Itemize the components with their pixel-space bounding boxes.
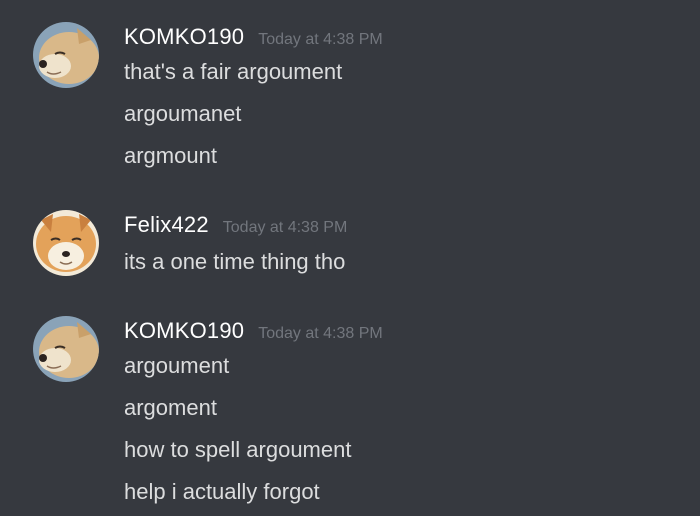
message-text: argoument bbox=[124, 353, 230, 378]
user-avatar[interactable] bbox=[33, 210, 99, 276]
message-text: how to spell argoument bbox=[124, 437, 352, 462]
message-text: argoment bbox=[124, 395, 217, 420]
username[interactable]: KOMKO190 bbox=[124, 318, 244, 344]
username[interactable]: Felix422 bbox=[124, 212, 209, 238]
message-text: argmount bbox=[124, 143, 217, 168]
user-avatar[interactable] bbox=[33, 316, 99, 382]
message-header: KOMKO190 Today at 4:38 PM bbox=[124, 318, 383, 352]
username[interactable]: KOMKO190 bbox=[124, 24, 244, 50]
message-header: KOMKO190 Today at 4:38 PM bbox=[124, 24, 383, 58]
shiba-avatar-icon bbox=[33, 22, 99, 88]
shiba-avatar-icon bbox=[33, 210, 99, 276]
message-text: that's a fair argoument bbox=[124, 59, 343, 84]
shiba-avatar-icon bbox=[33, 316, 99, 382]
message-text: argoumanet bbox=[124, 101, 242, 126]
message-text: its a one time thing tho bbox=[124, 249, 346, 274]
message-header: Felix422 Today at 4:38 PM bbox=[124, 212, 347, 246]
message-text: help i actually forgot bbox=[124, 479, 320, 504]
timestamp: Today at 4:38 PM bbox=[258, 325, 383, 342]
timestamp: Today at 4:38 PM bbox=[258, 31, 383, 48]
timestamp: Today at 4:38 PM bbox=[222, 219, 348, 236]
user-avatar[interactable] bbox=[33, 22, 99, 88]
